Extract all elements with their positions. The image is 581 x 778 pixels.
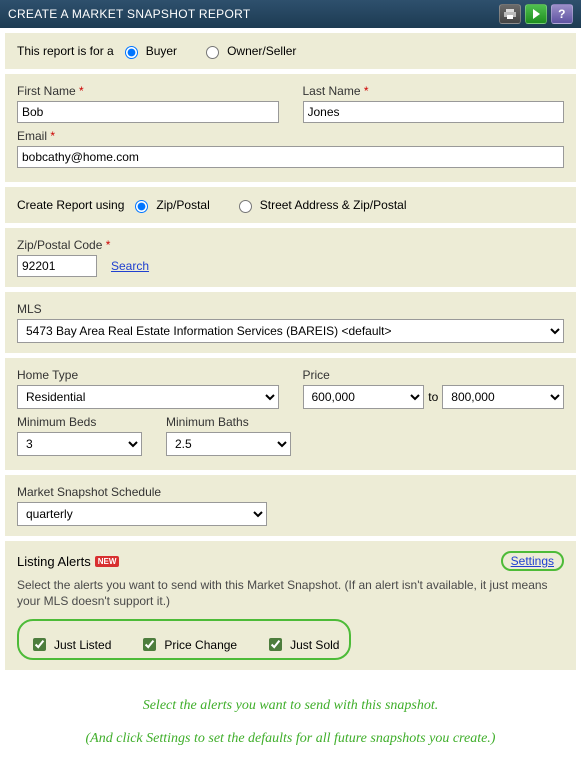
schedule-panel: Market Snapshot Schedule quarterly bbox=[5, 475, 576, 536]
just-listed-option[interactable]: Just Listed bbox=[29, 635, 111, 654]
new-badge: NEW bbox=[95, 556, 120, 567]
last-name-input[interactable] bbox=[303, 101, 565, 123]
email-input[interactable] bbox=[17, 146, 564, 168]
zip-search-link[interactable]: Search bbox=[111, 259, 149, 273]
zip-label: Zip/Postal Code * bbox=[17, 238, 110, 252]
zip-radio-label[interactable]: Zip/Postal bbox=[130, 197, 209, 213]
buyer-radio[interactable] bbox=[125, 46, 138, 59]
min-beds-label: Minimum Beds bbox=[17, 415, 142, 429]
contact-panel: First Name * Last Name * Email * bbox=[5, 74, 576, 182]
listing-alerts-panel: Listing Alerts NEW Settings Select the a… bbox=[5, 541, 576, 670]
first-name-input[interactable] bbox=[17, 101, 279, 123]
price-to-select[interactable]: 800,000 bbox=[442, 385, 564, 409]
report-for-panel: This report is for a Buyer Owner/Seller bbox=[5, 33, 576, 69]
just-listed-checkbox[interactable] bbox=[33, 638, 46, 651]
buyer-radio-label[interactable]: Buyer bbox=[120, 43, 177, 59]
price-change-option[interactable]: Price Change bbox=[139, 635, 237, 654]
just-sold-option[interactable]: Just Sold bbox=[265, 635, 339, 654]
zip-input[interactable] bbox=[17, 255, 97, 277]
min-baths-select[interactable]: 2.5 bbox=[166, 432, 291, 456]
create-using-panel: Create Report using Zip/Postal Street Ad… bbox=[5, 187, 576, 223]
home-type-label: Home Type bbox=[17, 368, 279, 382]
alerts-settings-link[interactable]: Settings bbox=[511, 554, 554, 568]
price-to-label: to bbox=[424, 390, 442, 404]
price-label: Price bbox=[303, 368, 565, 382]
first-name-label: First Name * bbox=[17, 84, 279, 98]
email-label: Email * bbox=[17, 129, 564, 143]
annotation-line-1: Select the alerts you want to send with … bbox=[18, 695, 563, 717]
schedule-label: Market Snapshot Schedule bbox=[17, 485, 161, 499]
play-icon bbox=[533, 9, 540, 19]
window-titlebar: CREATE A MARKET SNAPSHOT REPORT ? bbox=[0, 0, 581, 28]
zip-radio[interactable] bbox=[135, 200, 148, 213]
settings-highlight: Settings bbox=[501, 551, 564, 571]
alerts-checks-highlight: Just Listed Price Change Just Sold bbox=[17, 619, 351, 660]
alerts-help-text: Select the alerts you want to send with … bbox=[17, 577, 564, 609]
addr-radio-label[interactable]: Street Address & Zip/Postal bbox=[234, 197, 407, 213]
annotation-text: Select the alerts you want to send with … bbox=[0, 675, 581, 778]
print-button[interactable] bbox=[499, 4, 521, 24]
owner-radio-label[interactable]: Owner/Seller bbox=[201, 43, 296, 59]
schedule-select[interactable]: quarterly bbox=[17, 502, 267, 526]
listing-alerts-heading: Listing Alerts bbox=[17, 554, 91, 569]
home-type-select[interactable]: Residential bbox=[17, 385, 279, 409]
help-icon: ? bbox=[558, 7, 566, 21]
create-using-label: Create Report using bbox=[17, 198, 124, 212]
just-sold-checkbox[interactable] bbox=[269, 638, 282, 651]
min-beds-select[interactable]: 3 bbox=[17, 432, 142, 456]
mls-label: MLS bbox=[17, 302, 42, 316]
price-change-checkbox[interactable] bbox=[143, 638, 156, 651]
min-baths-label: Minimum Baths bbox=[166, 415, 291, 429]
mls-select[interactable]: 5473 Bay Area Real Estate Information Se… bbox=[17, 319, 564, 343]
mls-panel: MLS 5473 Bay Area Real Estate Informatio… bbox=[5, 292, 576, 353]
help-button[interactable]: ? bbox=[551, 4, 573, 24]
addr-radio[interactable] bbox=[239, 200, 252, 213]
criteria-panel: Home Type Residential Price 600,000 to 8… bbox=[5, 358, 576, 470]
owner-radio[interactable] bbox=[206, 46, 219, 59]
price-from-select[interactable]: 600,000 bbox=[303, 385, 425, 409]
play-button[interactable] bbox=[525, 4, 547, 24]
annotation-line-2: (And click Settings to set the defaults … bbox=[18, 728, 563, 750]
last-name-label: Last Name * bbox=[303, 84, 565, 98]
window-title: CREATE A MARKET SNAPSHOT REPORT bbox=[8, 7, 250, 21]
report-for-label: This report is for a bbox=[17, 44, 114, 58]
printer-icon bbox=[504, 8, 516, 20]
zip-panel: Zip/Postal Code * Search bbox=[5, 228, 576, 287]
